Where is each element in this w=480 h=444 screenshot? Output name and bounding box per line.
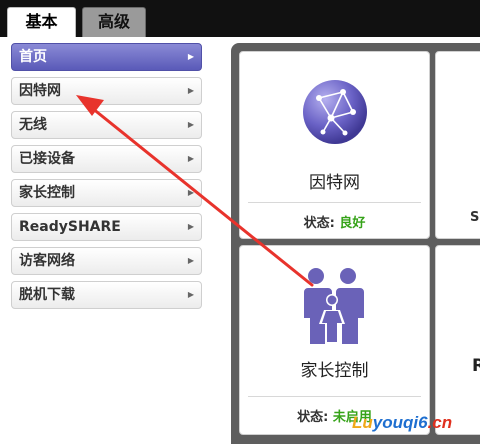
triangle-right-icon: ▶ bbox=[187, 86, 194, 95]
dashboard-panel: 因特网 状态: 良好 S 家长控制 状态: 未启用 R bbox=[231, 43, 480, 444]
triangle-right-icon: ▶ bbox=[187, 256, 194, 265]
watermark-logo: Luyouqi6.cn bbox=[352, 413, 452, 433]
triangle-right-icon: ▶ bbox=[187, 188, 194, 197]
sidebar-item-parental-control[interactable]: 家长控制 ▶ bbox=[11, 179, 202, 207]
watermark-part: .cn bbox=[427, 413, 453, 432]
triangle-right-icon: ▶ bbox=[187, 154, 194, 163]
triangle-right-icon: ▶ bbox=[187, 290, 194, 299]
top-tab-bar: 基本 高级 bbox=[0, 0, 480, 37]
sidebar-item-label: 因特网 bbox=[19, 83, 61, 99]
tab-advanced[interactable]: 高级 bbox=[82, 7, 146, 37]
sidebar-nav: 首页 ▶ 因特网 ▶ 无线 ▶ 已接设备 ▶ 家长控制 ▶ ReadySHARE… bbox=[11, 43, 202, 315]
card-status: 状态: 良好 bbox=[240, 212, 429, 231]
sidebar-item-offline-download[interactable]: 脱机下载 ▶ bbox=[11, 281, 202, 309]
sidebar-item-internet[interactable]: 因特网 ▶ bbox=[11, 77, 202, 105]
watermark-part: youqi6 bbox=[372, 413, 428, 432]
status-label: 状态: bbox=[303, 216, 335, 231]
readyshare-card-partial[interactable]: R bbox=[435, 245, 480, 435]
card-partial-label: R bbox=[472, 356, 480, 376]
sidebar-item-label: 已接设备 bbox=[19, 151, 75, 167]
status-label: 状态: bbox=[297, 410, 329, 425]
globe-network-icon bbox=[301, 78, 369, 146]
status-value: 良好 bbox=[339, 216, 366, 231]
sidebar-item-attached-devices[interactable]: 已接设备 ▶ bbox=[11, 145, 202, 173]
sidebar-item-label: 无线 bbox=[19, 117, 47, 133]
triangle-right-icon: ▶ bbox=[187, 222, 194, 231]
sidebar-item-label: 访客网络 bbox=[19, 253, 75, 269]
tab-basic[interactable]: 基本 bbox=[7, 7, 76, 37]
family-icon bbox=[298, 266, 370, 346]
triangle-right-icon: ▶ bbox=[187, 120, 194, 129]
internet-card[interactable]: 因特网 状态: 良好 bbox=[239, 51, 430, 239]
card-partial-label: S bbox=[470, 210, 480, 225]
sidebar-item-label: 首页 bbox=[19, 49, 47, 65]
parental-control-card[interactable]: 家长控制 状态: 未启用 bbox=[239, 245, 430, 435]
card-divider bbox=[248, 396, 421, 397]
sidebar-item-label: 家长控制 bbox=[19, 185, 75, 201]
card-divider bbox=[248, 202, 421, 203]
sidebar-item-label: ReadySHARE bbox=[19, 219, 121, 235]
card-title: 家长控制 bbox=[300, 361, 369, 381]
sidebar-item-guest-network[interactable]: 访客网络 ▶ bbox=[11, 247, 202, 275]
triangle-right-icon: ▶ bbox=[187, 52, 194, 61]
watermark-part: Lu bbox=[352, 413, 373, 432]
card-title: 因特网 bbox=[309, 173, 360, 193]
sidebar-item-readyshare[interactable]: ReadySHARE ▶ bbox=[11, 213, 202, 241]
wireless-card-partial[interactable]: S bbox=[435, 51, 480, 239]
sidebar-item-home[interactable]: 首页 ▶ bbox=[11, 43, 202, 71]
sidebar-item-label: 脱机下载 bbox=[19, 287, 75, 303]
sidebar-item-wireless[interactable]: 无线 ▶ bbox=[11, 111, 202, 139]
